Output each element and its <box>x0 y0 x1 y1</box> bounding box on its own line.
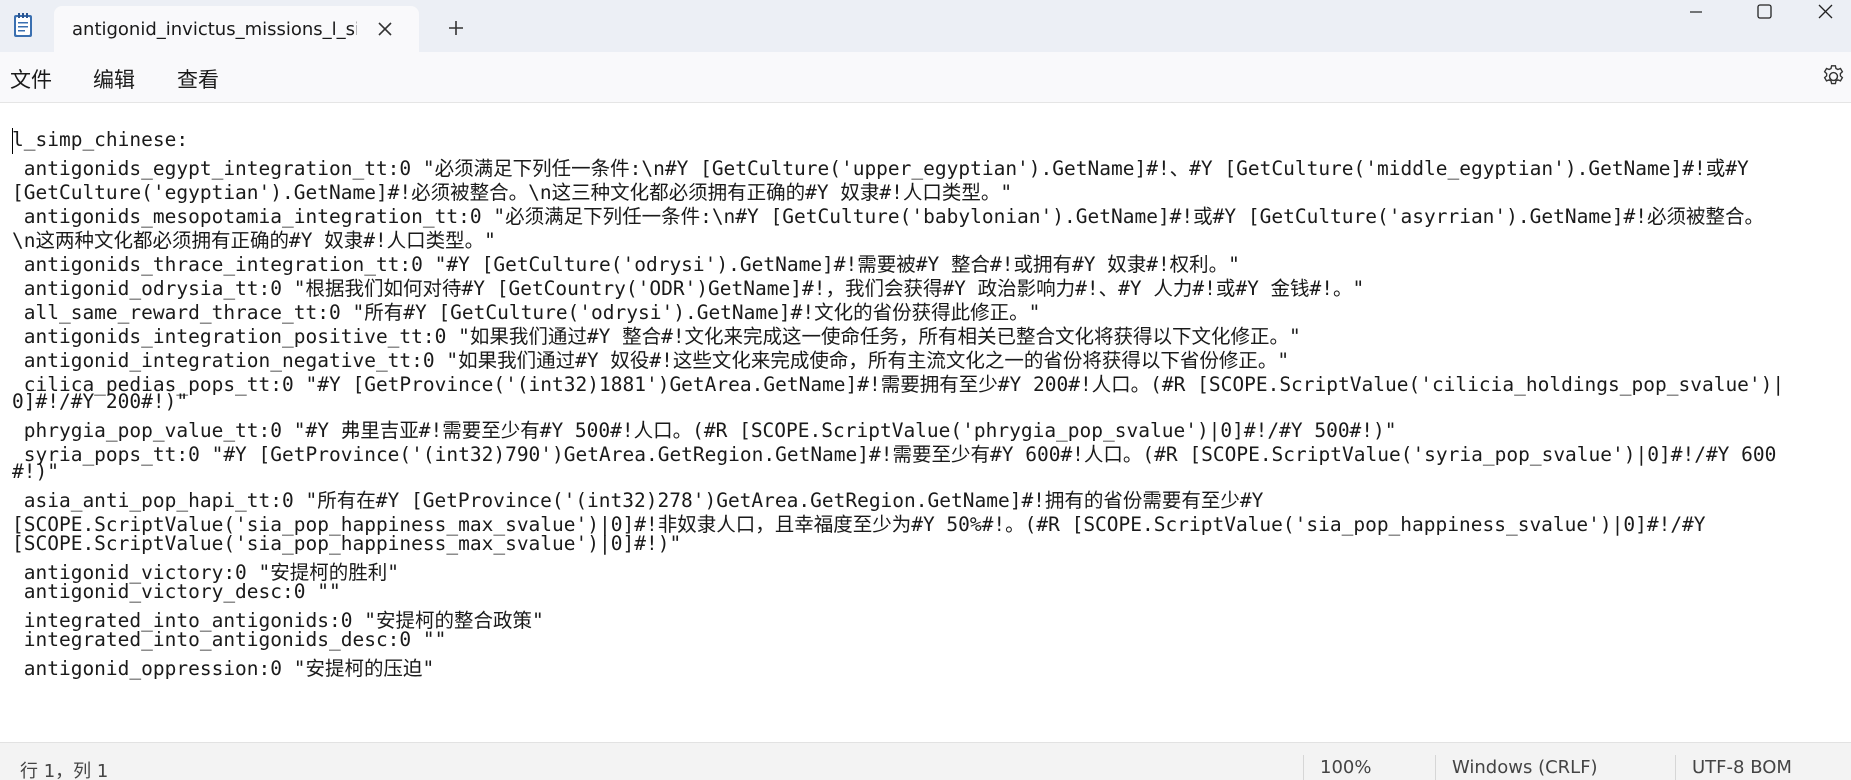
status-divider <box>1435 755 1436 780</box>
encoding[interactable]: UTF-8 BOM <box>1692 757 1792 778</box>
tab-title: antigonid_invictus_missions_l_simp_chine… <box>72 19 357 40</box>
maximize-icon[interactable] <box>1730 0 1798 30</box>
menu-view[interactable]: 查看 <box>177 64 219 94</box>
menu-edit[interactable]: 编辑 <box>93 64 135 94</box>
editor-line: [SCOPE.ScriptValue('sia_pop_happiness_ma… <box>12 532 682 555</box>
status-bar: 行 1，列 1 100% Windows (CRLF) UTF-8 BOM <box>0 742 1851 780</box>
tab-file[interactable]: antigonid_invictus_missions_l_simp_chine… <box>54 6 419 52</box>
editor-line: 0]#!/#Y 200#!)" <box>12 390 189 413</box>
editor-line: integrated_into_antigonids_desc:0 "" <box>12 628 447 651</box>
text-editor[interactable]: l_simp_chinese: antigonids_egypt_integra… <box>0 104 1851 742</box>
editor-line: antigonid_victory_desc:0 "" <box>12 580 341 603</box>
menu-bar: 文件 编辑 查看 <box>0 52 1851 103</box>
notepad-app-icon <box>13 12 33 38</box>
menu-file[interactable]: 文件 <box>10 64 52 94</box>
editor-line: l_simp_chinese: <box>12 128 189 151</box>
editor-line: cilica_pedias_pops_tt:0 "#Y [GetProvince… <box>12 373 1785 396</box>
editor-line: antigonid_oppression:0 "安提柯的压迫" <box>12 657 435 680</box>
plus-icon[interactable] <box>443 15 469 41</box>
line-ending[interactable]: Windows (CRLF) <box>1452 757 1598 778</box>
gear-icon[interactable] <box>1820 63 1847 90</box>
title-bar: antigonid_invictus_missions_l_simp_chine… <box>0 0 1851 52</box>
minimize-icon[interactable] <box>1662 0 1730 30</box>
editor-line: #!)" <box>12 460 59 483</box>
close-icon[interactable] <box>372 16 398 42</box>
status-divider <box>1303 755 1304 780</box>
status-divider <box>1675 755 1676 780</box>
cursor-position: 行 1，列 1 <box>20 761 109 780</box>
close-window-icon[interactable] <box>1799 0 1851 30</box>
zoom-level[interactable]: 100% <box>1320 757 1371 778</box>
editor-line: syria_pops_tt:0 "#Y [GetProvince('(int32… <box>12 443 1777 466</box>
